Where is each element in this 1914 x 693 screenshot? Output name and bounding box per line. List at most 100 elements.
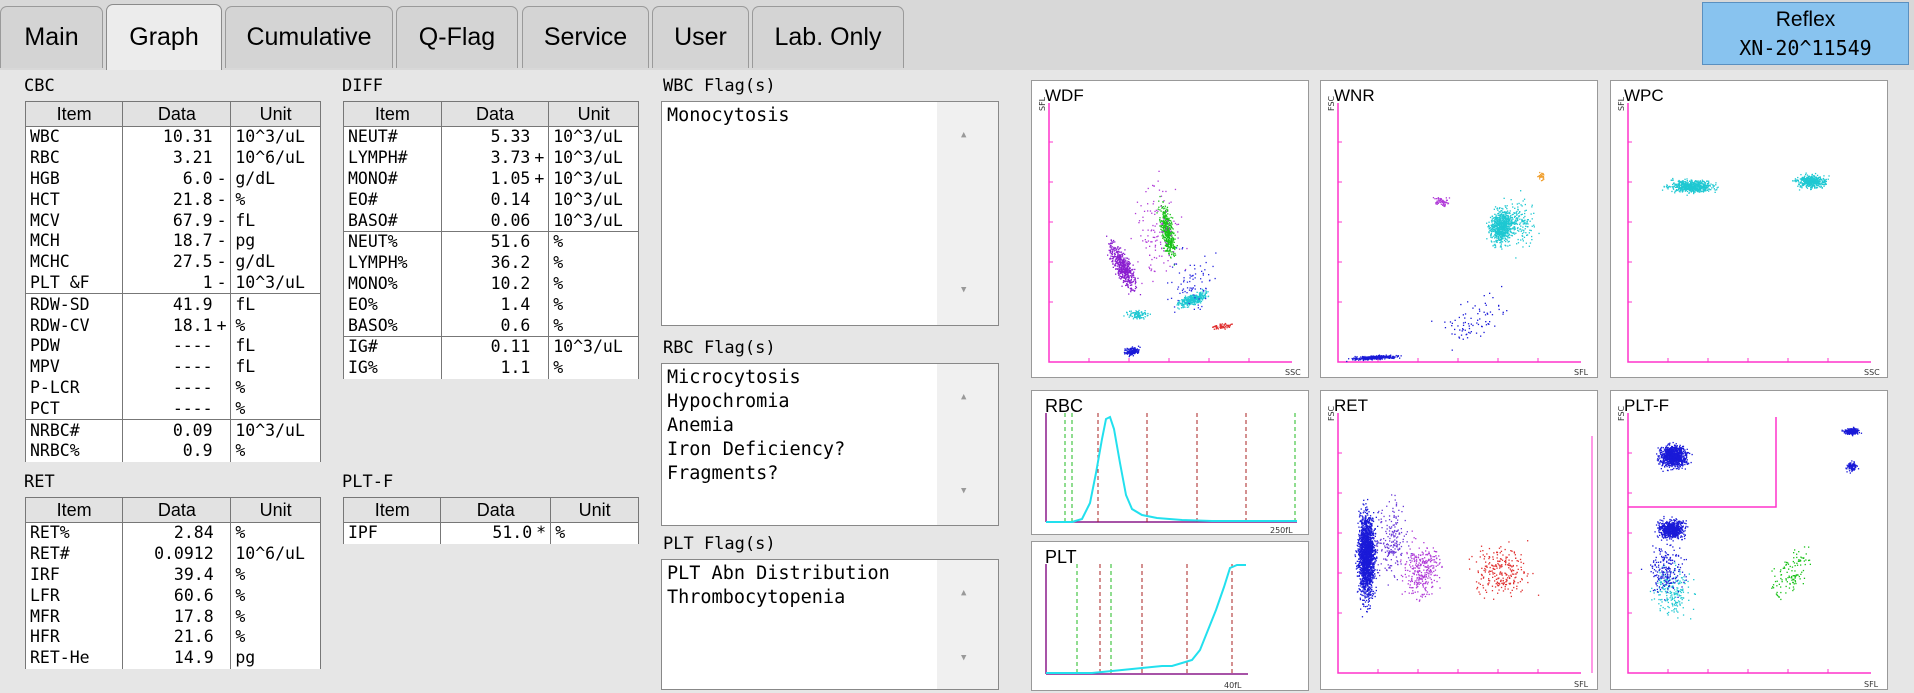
flag-cell bbox=[532, 126, 550, 148]
flag-cell bbox=[214, 419, 232, 441]
table-row: RDW-SD 41.9 fL bbox=[24, 293, 321, 316]
ret-scattergram: RET FSC SFL bbox=[1320, 390, 1598, 690]
table-row: NEUT# 5.33 10^3/uL bbox=[343, 126, 639, 148]
item-cell: P-LCR bbox=[24, 377, 124, 399]
data-cell: 0.6 bbox=[440, 315, 533, 337]
rbc-flags-box[interactable]: Microcytosis Hypochromia Anemia Iron Def… bbox=[661, 363, 999, 526]
item-cell: LYMPH# bbox=[343, 147, 442, 169]
unit-cell: % bbox=[548, 315, 639, 337]
ret-y-axis: FSC bbox=[1327, 405, 1336, 421]
tab-bar: Main Graph Cumulative Q-Flag Service Use… bbox=[0, 0, 1914, 70]
flag-cell bbox=[532, 273, 550, 295]
data-cell: ---- bbox=[122, 398, 215, 420]
wbc-flags-box[interactable]: Monocytosis ▲ ▼ bbox=[661, 101, 999, 326]
plt-flags-box[interactable]: PLT Abn Distribution Thrombocytopenia ▲ ▼ bbox=[661, 559, 999, 690]
scroll-down-icon[interactable]: ▼ bbox=[961, 285, 966, 295]
flag-cell: - bbox=[214, 272, 232, 294]
plt-hist-x-max: 40fL bbox=[1224, 681, 1242, 690]
scroll-up-icon[interactable]: ▲ bbox=[961, 130, 966, 140]
tab-service[interactable]: Service bbox=[522, 6, 649, 68]
table-row: MCV 67.9- fL bbox=[24, 210, 321, 231]
table-header: Item Data Unit bbox=[24, 497, 321, 523]
unit-cell: % bbox=[230, 626, 321, 648]
wnr-scattergram: WNR FSC SFL bbox=[1320, 80, 1598, 378]
data-cell: 0.09 bbox=[122, 419, 215, 441]
wdf-scattergram: WDF SFL SSC bbox=[1031, 80, 1309, 378]
reflex-button[interactable]: Reflex XN-20^11549 bbox=[1702, 2, 1909, 65]
ret-points bbox=[1354, 494, 1540, 618]
scroll-down-icon[interactable]: ▼ bbox=[961, 653, 966, 663]
unit-cell: % bbox=[548, 357, 639, 379]
item-cell: NEUT% bbox=[343, 230, 442, 253]
unit-cell: % bbox=[548, 252, 639, 274]
flag-cell bbox=[215, 522, 232, 544]
col-unit: Unit bbox=[550, 497, 639, 523]
plt-flags-scrollbar[interactable]: ▲ ▼ bbox=[937, 560, 998, 689]
col-unit: Unit bbox=[230, 101, 321, 127]
flag-cell: - bbox=[214, 189, 232, 211]
ret-x-axis: SFL bbox=[1574, 680, 1589, 689]
scroll-up-icon[interactable]: ▲ bbox=[961, 588, 966, 598]
ret-title: RET bbox=[24, 472, 55, 492]
data-cell: 17.8 bbox=[122, 606, 216, 627]
data-cell: 1.1 bbox=[440, 357, 533, 379]
tab-cumulative[interactable]: Cumulative bbox=[225, 6, 393, 68]
scroll-down-icon[interactable]: ▼ bbox=[961, 486, 966, 496]
plt-histogram: PLT 40fL bbox=[1031, 541, 1309, 691]
table-row: BASO% 0.6% bbox=[343, 315, 639, 337]
item-cell: RET# bbox=[24, 543, 124, 565]
flag-cell bbox=[214, 335, 232, 357]
plt-flags-title: PLT Flag(s) bbox=[663, 534, 776, 554]
tab-q-flag[interactable]: Q-Flag bbox=[396, 6, 518, 68]
flag-cell bbox=[532, 335, 550, 358]
data-cell: ---- bbox=[122, 335, 215, 357]
flag-cell: * bbox=[534, 522, 552, 544]
tab-user[interactable]: User bbox=[652, 6, 749, 68]
data-cell: 10.2 bbox=[440, 273, 533, 295]
data-cell: 1 bbox=[122, 272, 215, 294]
rbc-flags-scrollbar[interactable]: ▲ ▼ bbox=[937, 364, 998, 525]
item-cell: NEUT# bbox=[343, 126, 442, 148]
unit-cell: % bbox=[230, 398, 321, 420]
unit-cell: 10^3/uL bbox=[230, 419, 321, 441]
table-row: RBC 3.21 10^6/uL bbox=[24, 147, 321, 169]
wbc-flags-title: WBC Flag(s) bbox=[663, 76, 776, 96]
flag-cell bbox=[214, 126, 232, 148]
table-row: BASO# 0.06 10^3/uL bbox=[343, 210, 639, 232]
item-cell: RBC bbox=[24, 147, 124, 169]
item-cell: MCHC bbox=[24, 251, 124, 273]
item-cell: PDW bbox=[24, 335, 124, 357]
item-cell: RET-He bbox=[24, 647, 124, 669]
flag-cell: - bbox=[214, 168, 232, 190]
data-cell: 5.33 bbox=[440, 126, 533, 148]
flag-cell bbox=[532, 210, 550, 232]
wbc-flags-scrollbar[interactable]: ▲ ▼ bbox=[937, 102, 998, 325]
tab-main[interactable]: Main bbox=[0, 6, 103, 68]
data-cell: 0.11 bbox=[440, 335, 533, 358]
flag-cell bbox=[532, 189, 550, 211]
table-row: P-LCR ----% bbox=[24, 377, 321, 399]
table-row: HCT 21.8-% bbox=[24, 189, 321, 211]
tab-lab-only[interactable]: Lab. Only bbox=[752, 6, 904, 68]
table-header: Item Data Unit bbox=[342, 497, 639, 523]
item-cell: RDW-CV bbox=[24, 315, 124, 336]
col-item: Item bbox=[24, 497, 124, 523]
flag-cell bbox=[214, 398, 232, 420]
table-row: MCHC 27.5- g/dL bbox=[24, 251, 321, 273]
table-row: LFR 60.6% bbox=[24, 585, 321, 607]
item-cell: MCH bbox=[24, 230, 124, 252]
sample-id: XN-20^11549 bbox=[1739, 36, 1872, 60]
item-cell: IG# bbox=[343, 335, 442, 358]
reflex-label: Reflex bbox=[1775, 8, 1836, 31]
col-unit: Unit bbox=[548, 101, 639, 127]
tab-graph[interactable]: Graph bbox=[106, 4, 222, 70]
scroll-up-icon[interactable]: ▲ bbox=[961, 392, 966, 402]
wpc-plot: SFL SSC bbox=[1617, 96, 1880, 377]
pltf-title: PLT-F bbox=[342, 472, 394, 492]
flag-cell bbox=[215, 606, 232, 627]
item-cell: IG% bbox=[343, 357, 442, 379]
flag-cell bbox=[215, 626, 232, 648]
table-row: HFR 21.6% bbox=[24, 626, 321, 648]
table-row: PLT &F 1-10^3/uL bbox=[24, 272, 321, 294]
data-cell: 18.7 bbox=[122, 230, 215, 252]
